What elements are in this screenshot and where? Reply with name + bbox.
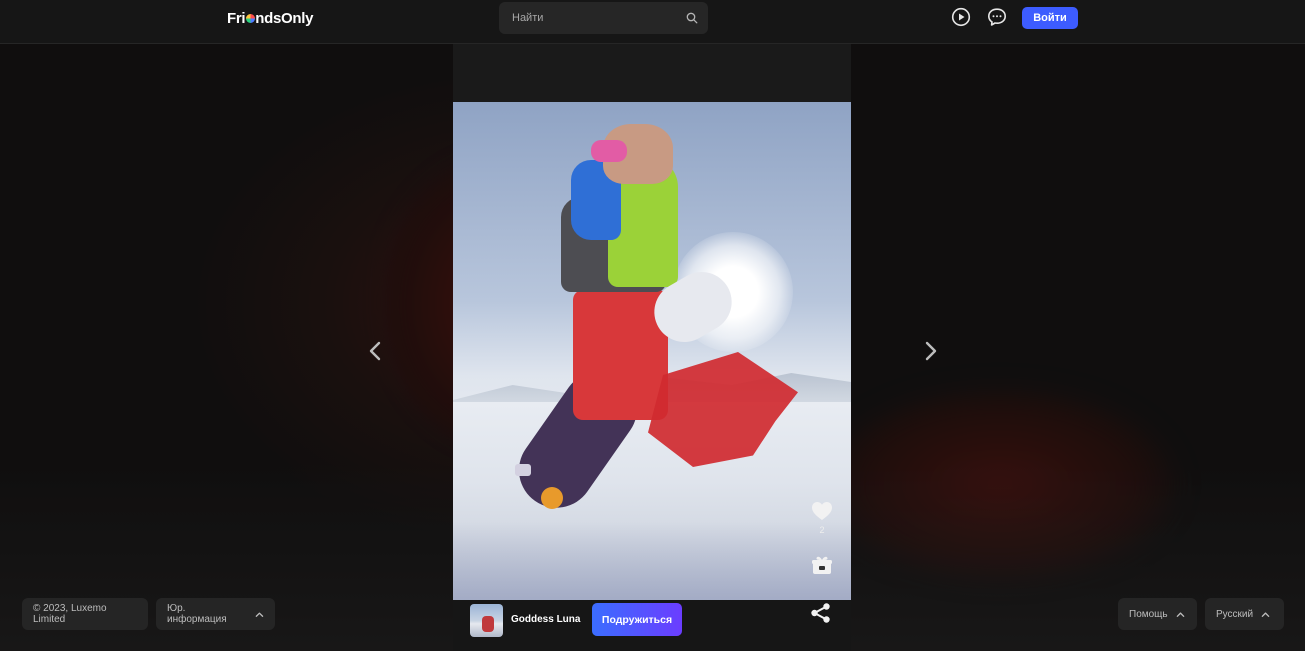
photo-shadow — [453, 522, 851, 600]
like-count: 2 — [819, 525, 825, 535]
top-header: Fri ndsOnly Войти — [0, 0, 1305, 44]
chevron-right-icon[interactable] — [920, 340, 940, 362]
chevron-up-icon — [1261, 611, 1270, 617]
chat-icon[interactable] — [987, 7, 1007, 27]
language-label: Русский — [1216, 608, 1254, 620]
photo-sticker — [541, 487, 563, 509]
play-icon[interactable] — [951, 7, 971, 27]
legal-info-dropdown[interactable]: Юр. информация — [156, 598, 275, 630]
logo-text-end: ndsOnly — [255, 10, 314, 27]
post-viewer: 2 Goddess Luna Подружиться — [453, 44, 851, 651]
site-logo[interactable]: Fri ndsOnly — [227, 10, 314, 27]
login-button[interactable]: Войти — [1022, 7, 1078, 29]
search-box — [499, 2, 708, 34]
logo-text-start: Fri — [227, 10, 246, 27]
avatar[interactable] — [470, 604, 503, 637]
photo-person-scarf — [591, 140, 627, 162]
chevron-up-icon — [255, 611, 264, 617]
search-input[interactable] — [512, 12, 686, 24]
copyright-badge: © 2023, Luxemo Limited — [22, 598, 148, 630]
search-icon[interactable] — [686, 12, 698, 24]
share-icon[interactable] — [810, 602, 832, 624]
copyright-text: © 2023, Luxemo Limited — [33, 603, 107, 625]
language-dropdown[interactable]: Русский — [1205, 598, 1284, 630]
gift-icon — [812, 556, 832, 574]
post-author-bar: Goddess Luna Подружиться — [453, 600, 851, 651]
follow-button[interactable]: Подружиться — [592, 603, 682, 636]
logo-dot — [245, 14, 255, 23]
heart-icon — [812, 502, 832, 520]
chevron-up-icon — [1176, 611, 1184, 617]
chevron-left-icon[interactable] — [366, 340, 386, 362]
photo-sticker — [515, 464, 531, 476]
help-label: Помощь — [1129, 608, 1168, 620]
author-username[interactable]: Goddess Luna — [511, 614, 580, 625]
post-photo[interactable]: 2 — [453, 102, 851, 600]
like-button[interactable] — [809, 498, 835, 524]
gift-button[interactable] — [809, 552, 835, 578]
legal-info-label: Юр. информация — [167, 603, 227, 625]
help-dropdown[interactable]: Помощь — [1118, 598, 1197, 630]
